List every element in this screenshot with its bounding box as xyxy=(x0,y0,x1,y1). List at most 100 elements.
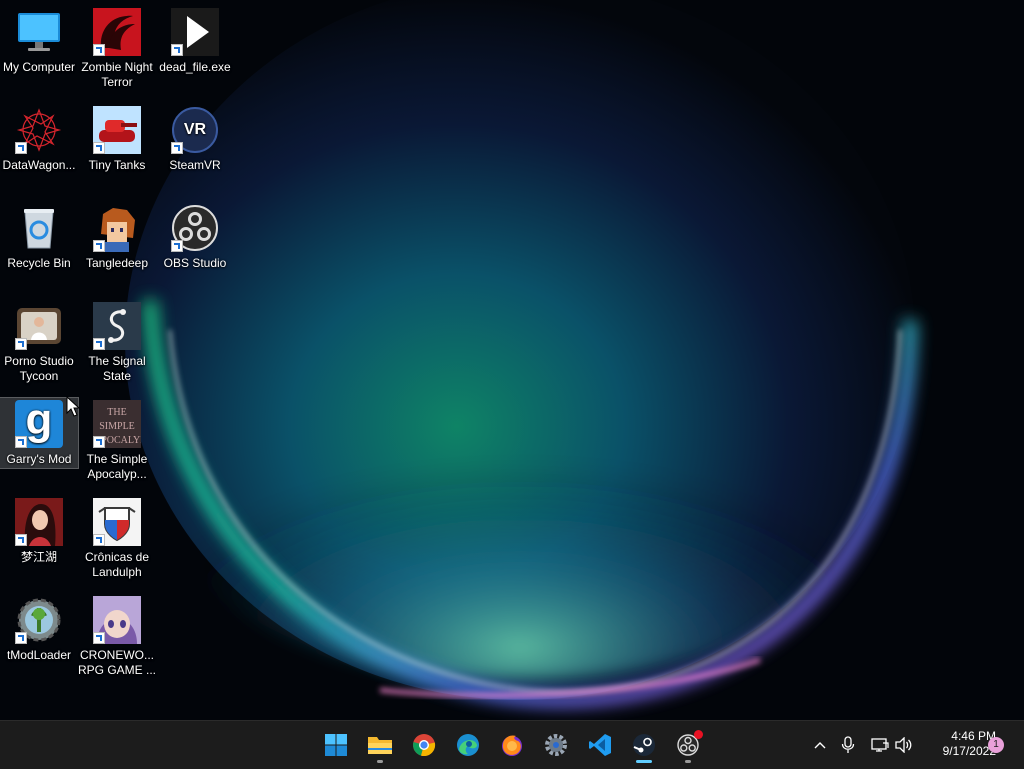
recycle-bin-icon xyxy=(15,204,63,252)
shortcut-arrow-icon xyxy=(15,338,27,350)
running-indicator xyxy=(377,760,383,763)
desktop-icon-porno-studio-tycoon[interactable]: Porno Studio Tycoon xyxy=(0,300,78,384)
recording-dot-icon xyxy=(694,730,703,739)
desktop-icon-label: 梦江湖 xyxy=(20,550,57,564)
chrome-button[interactable] xyxy=(404,725,444,765)
shortcut-arrow-icon xyxy=(15,632,27,644)
folder-icon xyxy=(368,737,392,754)
shortcut-arrow-icon xyxy=(15,534,27,546)
chrome-icon xyxy=(413,734,436,757)
desktop-icon-label: Porno Studio Tycoon xyxy=(4,354,74,383)
mouse-cursor-icon xyxy=(66,396,80,417)
desktop-icon-label: dead_file.exe xyxy=(159,60,231,74)
edge-icon xyxy=(457,734,479,756)
desktop-icon-label: Crônicas de Landulph xyxy=(84,550,150,579)
notification-badge[interactable]: 1 xyxy=(988,737,1004,753)
signal-state-icon xyxy=(93,302,141,350)
firefox-icon xyxy=(502,735,522,756)
microphone-button[interactable] xyxy=(836,721,860,769)
desktop-icon-label: tModLoader xyxy=(6,648,72,662)
desktop-icon-tiny-tanks[interactable]: Tiny Tanks xyxy=(78,104,156,173)
desktop-icon-label: Recycle Bin xyxy=(7,256,71,270)
desktop-icon-recycle-bin[interactable]: Recycle Bin xyxy=(0,202,78,271)
garrys-mod-icon: g xyxy=(15,396,63,448)
clock-button[interactable]: 4:46 PM 9/17/2022 xyxy=(920,729,996,759)
vscode-button[interactable] xyxy=(580,725,620,765)
desktop-icon-the-signal-state[interactable]: The Signal State xyxy=(78,300,156,384)
steam-button[interactable] xyxy=(624,725,664,765)
shortcut-arrow-icon xyxy=(171,240,183,252)
desktop-icon-label: The Simple Apocalyp... xyxy=(86,452,148,481)
desktop-icon-label: Zombie Night Terror xyxy=(81,60,153,89)
desktop-icon-datawagon[interactable]: DataWagon... xyxy=(0,104,78,173)
clock-time: 4:46 PM xyxy=(951,729,996,743)
desktop-icon-cronewood[interactable]: CRONEWO... RPG GAME ... xyxy=(78,594,156,678)
desktop-icon-tangledeep[interactable]: Tangledeep xyxy=(78,202,156,271)
tv-icon xyxy=(15,302,63,350)
shortcut-arrow-icon xyxy=(171,142,183,154)
datawagon-icon xyxy=(15,106,63,154)
shortcut-arrow-icon xyxy=(15,142,27,154)
network-button[interactable] xyxy=(868,721,892,769)
windows-logo-icon xyxy=(325,734,347,756)
running-indicator xyxy=(685,760,691,763)
steam-icon xyxy=(633,734,655,756)
desktop-icon-the-simple-apocalypse[interactable]: THE SIMPLE APOCALYPSE The Simple Apocaly… xyxy=(78,398,156,482)
desktop-icon-my-computer[interactable]: My Computer xyxy=(0,6,78,75)
desktop-icon-mengjianghu[interactable]: 梦江湖 xyxy=(0,496,78,565)
settings-button[interactable] xyxy=(536,725,576,765)
shortcut-arrow-icon xyxy=(93,436,105,448)
taskbar: 4:46 PM 9/17/2022 1 xyxy=(0,720,1024,769)
speaker-icon xyxy=(895,737,912,753)
edge-button[interactable] xyxy=(448,725,488,765)
character-portrait-icon xyxy=(93,596,141,644)
clock-date: 9/17/2022 xyxy=(942,744,996,758)
desktop-icon-label: Tiny Tanks xyxy=(88,158,146,172)
zombie-night-terror-icon xyxy=(93,8,141,56)
desktop-icon-obs-studio[interactable]: OBS Studio xyxy=(156,202,234,271)
desktop-icon-label: The Signal State xyxy=(88,354,146,383)
show-hidden-icons-button[interactable] xyxy=(808,721,832,769)
shortcut-arrow-icon xyxy=(93,240,105,252)
microphone-icon xyxy=(841,736,855,753)
notification-count: 1 xyxy=(993,739,999,750)
active-indicator xyxy=(636,760,652,763)
volume-button[interactable] xyxy=(892,721,916,769)
desktop-icon-label: CRONEWO... RPG GAME ... xyxy=(78,648,157,677)
network-icon xyxy=(871,738,889,752)
gear-icon xyxy=(545,734,567,756)
shortcut-arrow-icon xyxy=(93,632,105,644)
start-button[interactable] xyxy=(316,725,356,765)
desktop-icon-label: My Computer xyxy=(2,60,76,74)
desktop-icon-tmodloader[interactable]: tModLoader xyxy=(0,594,78,663)
steamvr-icon: VR xyxy=(171,106,219,154)
desktop-icon-label: Tangledeep xyxy=(85,256,149,270)
desktop-icon-label: OBS Studio xyxy=(163,256,227,270)
shortcut-arrow-icon xyxy=(93,142,105,154)
shortcut-arrow-icon xyxy=(93,338,105,350)
play-file-icon xyxy=(171,8,219,56)
firefox-button[interactable] xyxy=(492,725,532,765)
desktop-icon-label: Garry's Mod xyxy=(6,452,72,466)
shortcut-arrow-icon xyxy=(171,44,183,56)
simple-apocalypse-icon: THE SIMPLE APOCALYPSE xyxy=(93,400,141,448)
desktop-icon-label: DataWagon... xyxy=(2,158,76,172)
desktop[interactable]: My Computer DataWagon... Recycle Bin Por… xyxy=(0,0,1024,720)
desktop-icon-steamvr[interactable]: VR SteamVR xyxy=(156,104,234,173)
tmodloader-gear-icon xyxy=(15,596,63,644)
file-explorer-button[interactable] xyxy=(360,725,400,765)
vscode-icon xyxy=(589,734,611,756)
desktop-icon-cronicas-de-landulph[interactable]: Crônicas de Landulph xyxy=(78,496,156,580)
desktop-icon-zombie-night-terror[interactable]: Zombie Night Terror xyxy=(78,6,156,90)
shortcut-arrow-icon xyxy=(15,436,27,448)
coat-of-arms-icon xyxy=(93,498,141,546)
shortcut-arrow-icon xyxy=(93,534,105,546)
character-sprite-icon xyxy=(93,204,141,252)
monitor-icon xyxy=(15,8,63,56)
obs-icon xyxy=(171,204,219,252)
chevron-up-icon xyxy=(814,742,826,749)
obs-button[interactable] xyxy=(668,725,708,765)
character-portrait-icon xyxy=(15,498,63,546)
desktop-icon-label: SteamVR xyxy=(169,158,221,172)
desktop-icon-dead-file[interactable]: dead_file.exe xyxy=(156,6,234,75)
